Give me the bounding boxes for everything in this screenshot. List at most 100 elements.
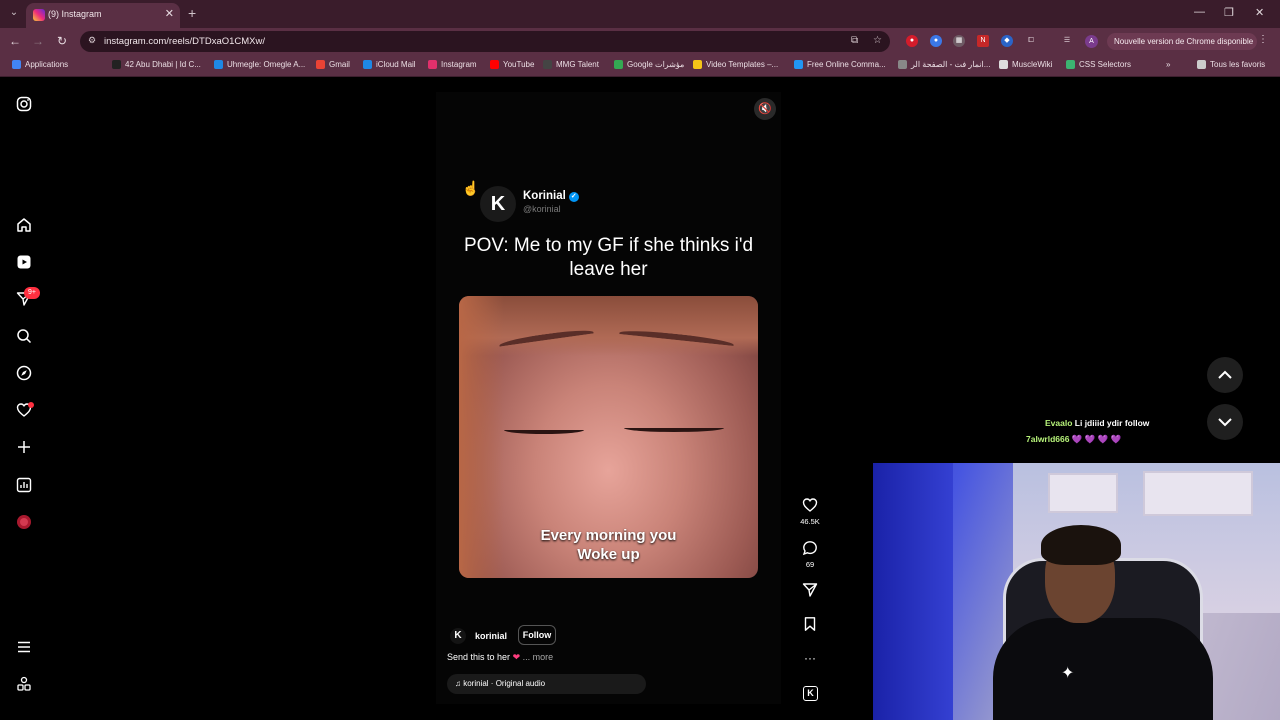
new-tab-icon[interactable]: + [188, 5, 196, 21]
chevron-down-icon [1218, 418, 1232, 427]
bookmarks-overflow-icon[interactable]: » [1166, 60, 1170, 69]
site-info-icon[interactable]: ⚙ [88, 35, 96, 46]
bookmark-item[interactable]: CSS Selectors [1066, 60, 1131, 69]
bookmark-item[interactable]: Gmail [316, 60, 350, 69]
bookmark-item[interactable]: Tous les favoris [1197, 60, 1265, 69]
minimize-icon[interactable]: — [1194, 6, 1205, 18]
chat-message: 7alwrld666 💜 💜 💜 💜 [1026, 434, 1121, 445]
bookmark-item[interactable]: Free Online Comma... [794, 60, 886, 69]
mouse-cursor-icon: ☝ [462, 180, 480, 196]
creator-avatar[interactable]: K [450, 628, 466, 644]
follow-button[interactable]: Follow [518, 625, 556, 645]
share-icon[interactable] [800, 582, 820, 598]
bookmark-item[interactable]: Google مؤشرات [614, 60, 684, 69]
mute-toggle-icon[interactable]: 🔇 [754, 98, 776, 120]
also-from-meta-icon[interactable] [16, 676, 32, 692]
video-caption-line-2: Woke up [577, 546, 640, 563]
reel-caption: Send this to her ❤ ... more [447, 652, 553, 663]
reel-actions: 46.5K 69 ··· K [796, 77, 824, 720]
chrome-update-button[interactable]: Nouvelle version de Chrome disponible [1107, 33, 1257, 50]
instagram-logo-icon[interactable] [16, 96, 32, 112]
bookmark-item[interactable]: Uhmegle: Omegle A... [214, 60, 305, 69]
audio-label: ♫ korinial · Original audio [455, 679, 546, 688]
install-app-icon[interactable]: ⧉ [851, 35, 858, 46]
bookmark-item[interactable]: 42 Abu Dhabi | Id C... [112, 60, 201, 69]
tab-search-icon[interactable]: ⌄ [6, 5, 22, 21]
reels-icon[interactable] [16, 254, 32, 270]
explore-icon[interactable] [16, 365, 32, 381]
reel-player[interactable]: 🔇 ☝ K Korinial ✓ @korinial POV: Me to my … [436, 92, 781, 704]
bookmark-favicon-icon [428, 60, 437, 69]
bookmark-item[interactable]: YouTube [490, 60, 534, 69]
bookmark-label: Applications [25, 60, 69, 69]
chat-message: Evaalo Li jdiiid ydir follow [1045, 418, 1149, 428]
forward-icon[interactable]: → [30, 33, 46, 49]
extension-shield-icon[interactable]: ◆ [1001, 35, 1013, 47]
active-tab[interactable]: (9) Instagram ✕ [26, 3, 180, 28]
browser-toolbar: ← → ↻ ⚙ instagram.com/reels/DTDxaO1CMXw/… [0, 28, 1280, 55]
chrome-menu-icon[interactable]: ⋮ [1258, 34, 1268, 45]
bookmark-item[interactable]: iCloud Mail [363, 60, 416, 69]
bookmark-item[interactable]: MuscleWiki [999, 60, 1052, 69]
restore-icon[interactable]: ❐ [1224, 6, 1234, 19]
streamer-body [993, 618, 1213, 720]
create-plus-icon[interactable] [16, 439, 32, 455]
caption-more-link[interactable]: ... more [523, 652, 554, 662]
bookmark-item[interactable]: Video Templates –... [693, 60, 778, 69]
notification-dot [28, 402, 34, 408]
menu-hamburger-icon[interactable] [16, 639, 32, 655]
bookmark-label: MMG Talent [556, 60, 599, 69]
streamer-hair [1041, 525, 1121, 565]
creator-username[interactable]: korinial [475, 631, 507, 641]
creator-row: K korinial Follow [450, 625, 750, 647]
messages-badge: 9+ [24, 287, 40, 299]
close-window-icon[interactable]: ✕ [1255, 6, 1264, 19]
like-heart-icon[interactable] [800, 497, 820, 513]
bookmark-favicon-icon [614, 60, 623, 69]
extension-new-icon[interactable]: N [977, 35, 989, 47]
profile-avatar[interactable]: A [1085, 35, 1098, 48]
bookmark-item[interactable]: Applications [12, 60, 68, 69]
chat-text: Li jdiiid ydir follow [1074, 418, 1150, 428]
chat-username: 7alwrld666 [1026, 434, 1070, 444]
bookmark-favicon-icon [1197, 60, 1206, 69]
extension-circle-icon[interactable]: ● [930, 35, 942, 47]
back-icon[interactable]: ← [7, 33, 23, 49]
left-closed-eye [504, 426, 584, 434]
bookmark-star-icon[interactable]: ☆ [873, 35, 882, 46]
next-reel-button[interactable] [1207, 404, 1243, 440]
bookmark-item[interactable]: انمار فت - الصفحة الر... [898, 60, 990, 69]
home-icon[interactable] [16, 217, 32, 233]
comment-icon[interactable] [800, 540, 820, 556]
bookmark-label: CSS Selectors [1079, 60, 1132, 69]
previous-reel-button[interactable] [1207, 357, 1243, 393]
extension-grid-icon[interactable]: ▦ [953, 35, 965, 47]
chevron-up-icon [1218, 370, 1232, 379]
audio-attribution[interactable]: ♫ korinial · Original audio [447, 674, 646, 694]
extensions-puzzle-icon[interactable]: ⧠ [1025, 35, 1037, 47]
reload-icon[interactable]: ↻ [54, 33, 70, 49]
post-author-name: Korinial ✓ [523, 190, 579, 202]
bookmark-favicon-icon [1066, 60, 1075, 69]
dashboard-icon[interactable] [16, 477, 32, 493]
reading-list-icon[interactable]: ☰ [1061, 35, 1073, 47]
streamer-webcam: ✦ [873, 463, 1280, 720]
bookmark-label: انمار فت - الصفحة الر... [911, 60, 991, 69]
bookmark-favicon-icon [214, 60, 223, 69]
extension-opera-icon[interactable]: ● [906, 35, 918, 47]
bookmark-label: Google مؤشرات [627, 60, 685, 69]
bookmark-label: Video Templates –... [706, 60, 779, 69]
korinial-logo: K [480, 186, 516, 222]
bookmark-item[interactable]: Instagram [428, 60, 477, 69]
search-icon[interactable] [16, 328, 32, 344]
right-closed-eye [624, 424, 724, 432]
bookmark-item[interactable]: MMG Talent [543, 60, 599, 69]
address-bar[interactable]: ⚙ instagram.com/reels/DTDxaO1CMXw/ ⧉ ☆ [80, 31, 890, 52]
save-bookmark-icon[interactable] [800, 616, 820, 632]
audio-page-badge[interactable]: K [803, 686, 818, 701]
chat-username: Evaalo [1045, 418, 1073, 428]
tab-close-icon[interactable]: ✕ [165, 7, 174, 20]
video-caption: Every morning you Woke up [459, 526, 758, 564]
more-options-icon[interactable]: ··· [800, 651, 820, 665]
profile-avatar-icon[interactable] [16, 514, 32, 530]
